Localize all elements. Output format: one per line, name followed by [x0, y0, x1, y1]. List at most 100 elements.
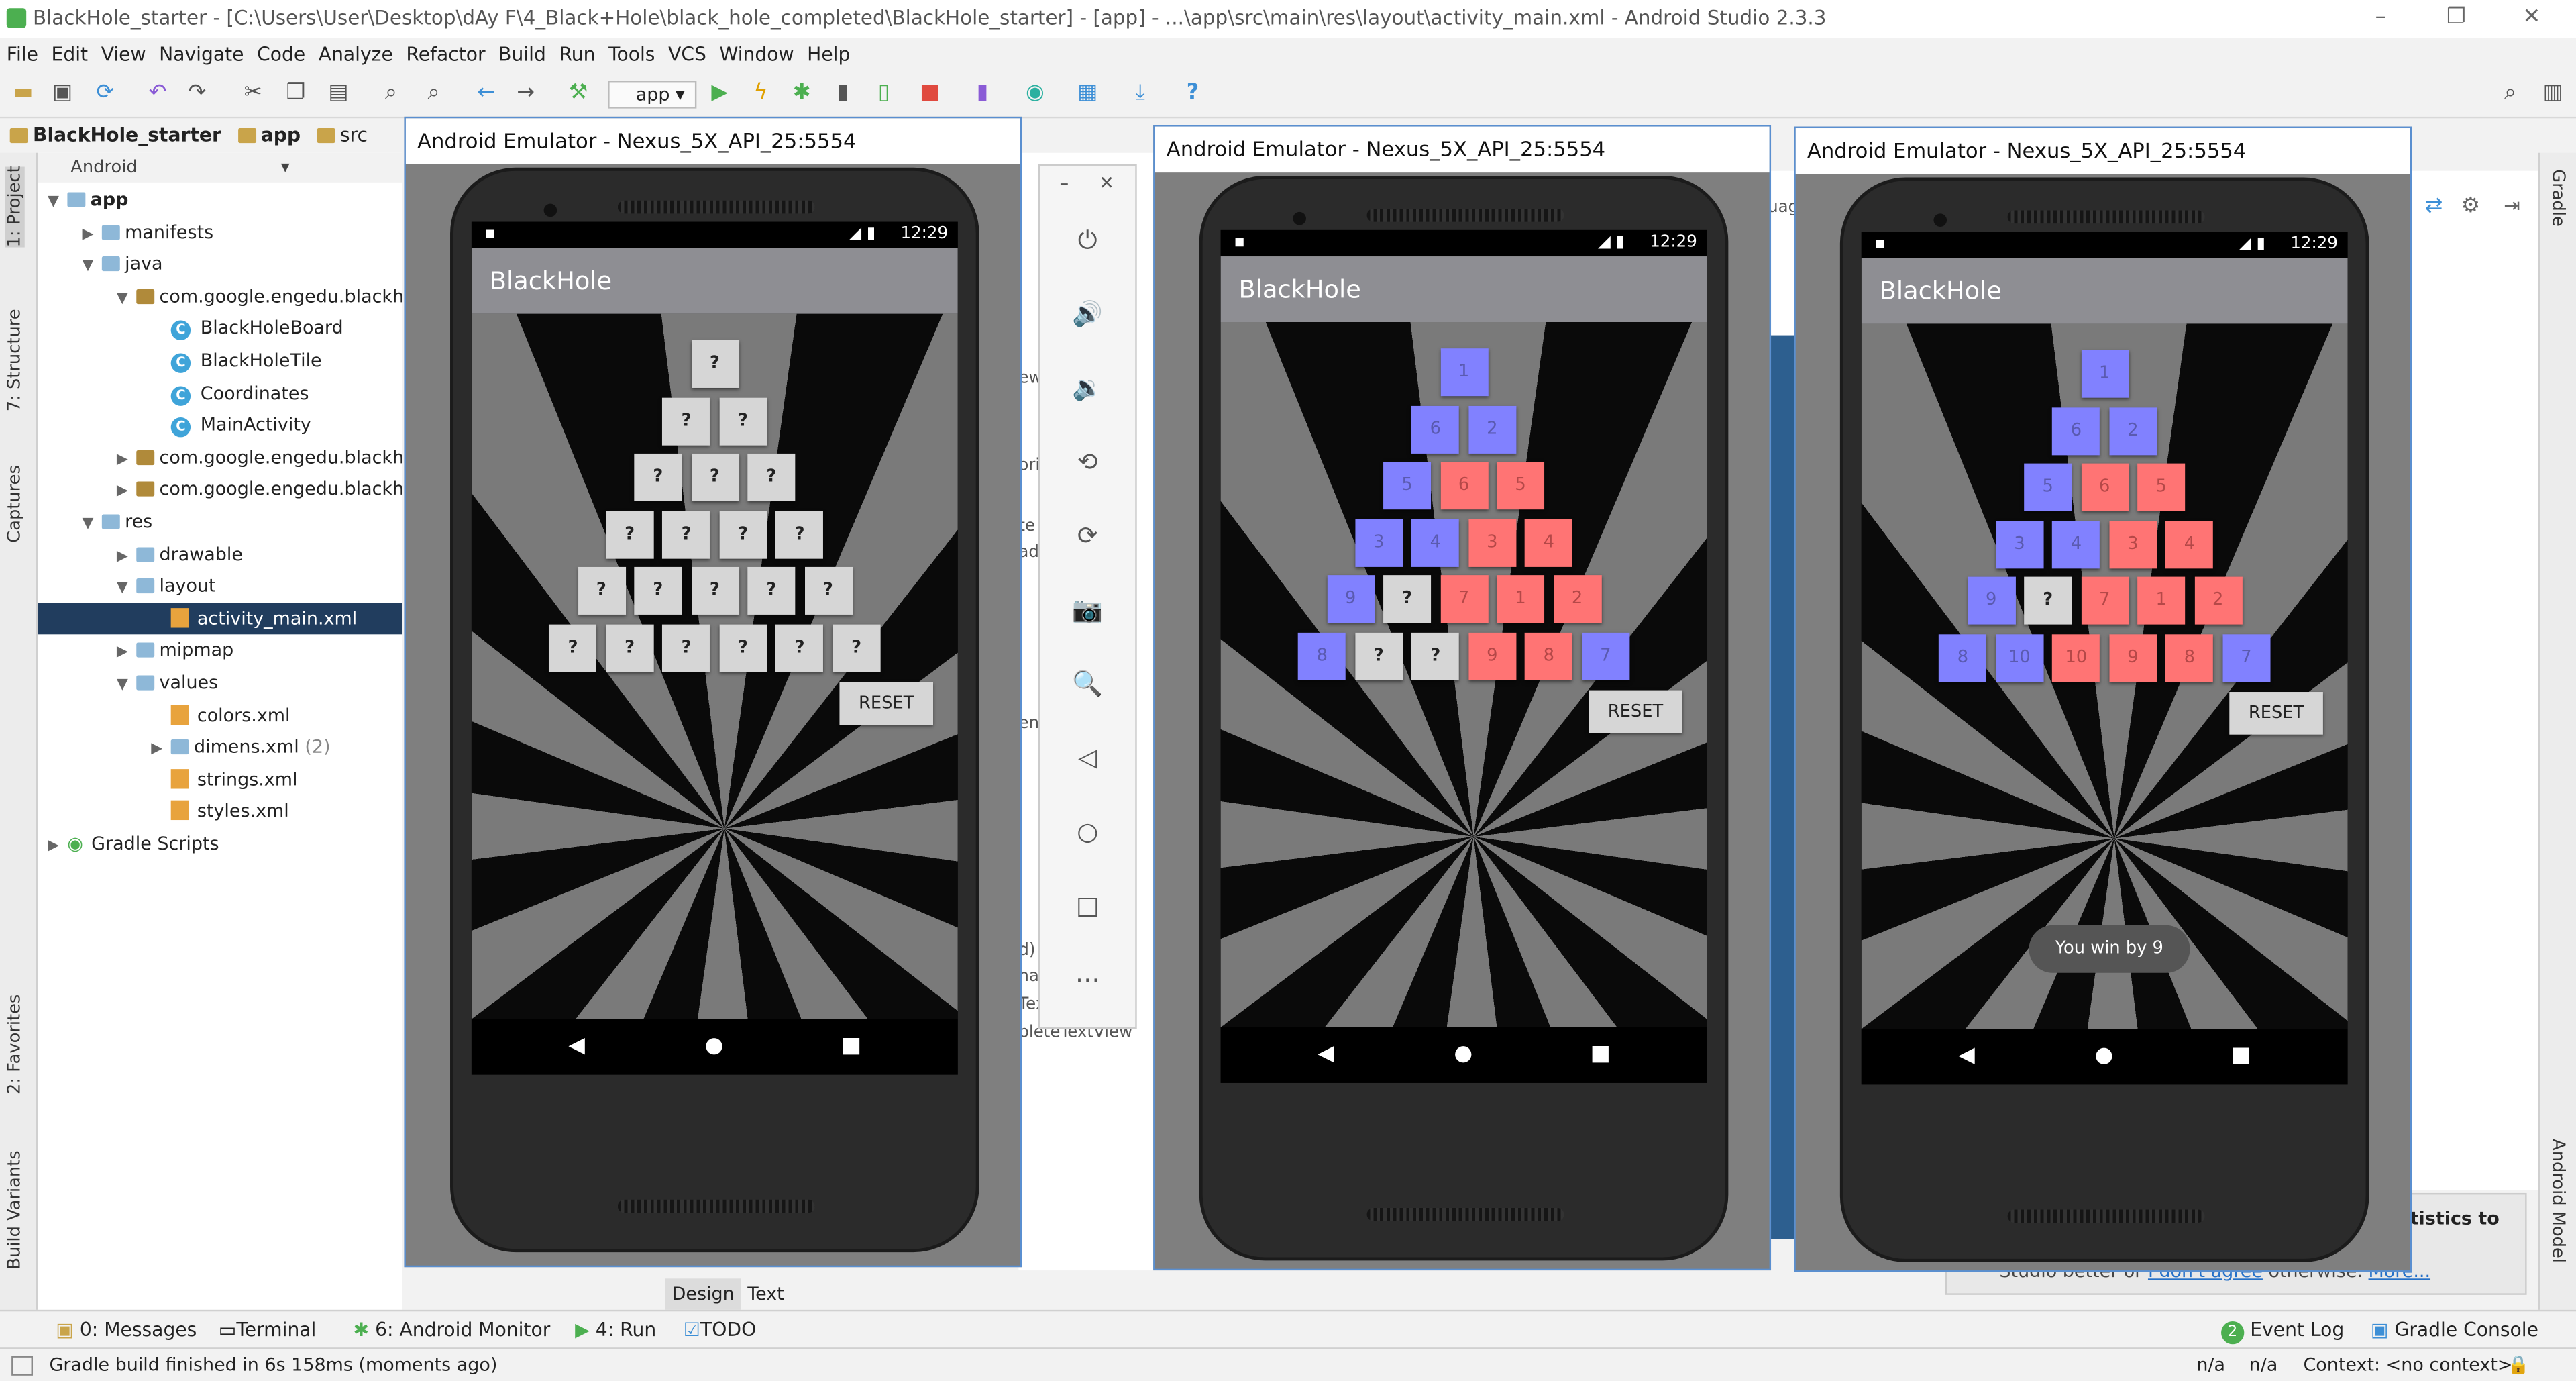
- board-tile[interactable]: ?: [833, 623, 881, 672]
- board-tile[interactable]: ?: [747, 453, 796, 501]
- device-overview-icon[interactable]: ■: [1591, 1042, 1611, 1068]
- more-icon[interactable]: ⋯: [1040, 965, 1135, 994]
- device-screen[interactable]: ▪ ◢ ▮ 12:29 BlackHole 1 6 2 5 6 5 3 4 3 4 9? 7 1 2 8 10 10 9 8…: [1861, 232, 2348, 1085]
- power-icon[interactable]: ⏻: [1040, 225, 1135, 255]
- board-tile[interactable]: ?: [2024, 576, 2072, 625]
- panel-icon[interactable]: ▥: [2540, 81, 2566, 107]
- board-tile[interactable]: 7: [1440, 575, 1488, 623]
- board-tile[interactable]: 8: [1298, 631, 1346, 680]
- breadcrumb-project[interactable]: BlackHole_starter: [9, 118, 221, 152]
- tree-node[interactable]: ▼ layout: [38, 570, 402, 602]
- emulator-close-button[interactable]: ✕: [1099, 172, 1114, 194]
- forward-nav-icon[interactable]: →: [513, 81, 539, 107]
- zoom-icon[interactable]: 🔍: [1040, 669, 1135, 699]
- rotate-right-icon[interactable]: ⟳: [1040, 521, 1135, 550]
- expand-arrow-icon[interactable]: ▼: [117, 670, 136, 702]
- board-tile[interactable]: 5: [1383, 462, 1432, 510]
- board-tile[interactable]: 5: [1497, 462, 1545, 510]
- board-tile[interactable]: ?: [719, 623, 767, 672]
- undo-icon[interactable]: ↶: [145, 81, 171, 107]
- board-tile[interactable]: ?: [606, 510, 654, 558]
- menu-refactor[interactable]: Refactor: [400, 38, 492, 70]
- find-icon[interactable]: ⌕: [378, 81, 404, 107]
- tree-node[interactable]: C MainActivity: [38, 409, 402, 441]
- hide-icon[interactable]: ⇥: [2504, 194, 2520, 217]
- board-tile[interactable]: 8: [1525, 631, 1573, 680]
- expand-arrow-icon[interactable]: ▶: [151, 735, 170, 766]
- board-tile[interactable]: ?: [662, 623, 710, 672]
- board-tile[interactable]: ?: [662, 397, 710, 445]
- device-overview-icon[interactable]: ■: [841, 1033, 861, 1060]
- tab-captures[interactable]: Captures: [5, 465, 24, 543]
- instant-run-icon[interactable]: ϟ: [747, 81, 773, 107]
- download-icon[interactable]: ⤓: [1127, 81, 1153, 107]
- menu-tools[interactable]: Tools: [602, 38, 661, 70]
- home-icon[interactable]: ○: [1040, 817, 1135, 846]
- board-tile[interactable]: ?: [804, 566, 852, 615]
- help-icon[interactable]: ?: [1179, 81, 1205, 107]
- board-tile[interactable]: 1: [1440, 348, 1488, 397]
- back-icon[interactable]: ◁: [1040, 743, 1135, 772]
- cut-icon[interactable]: ✂: [240, 81, 266, 107]
- profile-icon[interactable]: ▮: [830, 81, 856, 107]
- expand-arrow-icon[interactable]: ▶: [117, 445, 136, 476]
- device-back-icon[interactable]: ◀: [568, 1033, 584, 1060]
- back-nav-icon[interactable]: ←: [473, 81, 499, 107]
- tree-node[interactable]: ▼ com.google.engedu.blackhole: [38, 280, 431, 312]
- menu-window[interactable]: Window: [713, 38, 801, 70]
- toggle-tool-windows-icon[interactable]: [11, 1356, 33, 1376]
- redo-icon[interactable]: ↷: [184, 81, 210, 107]
- reset-button[interactable]: RESET: [2229, 692, 2323, 735]
- tab-text[interactable]: Text: [741, 1278, 790, 1310]
- board-tile[interactable]: 4: [1525, 518, 1573, 566]
- board-tile[interactable]: 6: [2080, 463, 2129, 511]
- tree-node[interactable]: ▶ dimens.xml (2): [38, 731, 402, 763]
- tab-todo[interactable]: ☑TODO: [684, 1311, 756, 1347]
- board-tile[interactable]: 1: [1497, 575, 1545, 623]
- breadcrumb-src[interactable]: src: [317, 118, 368, 152]
- board-tile[interactable]: 3: [1468, 518, 1516, 566]
- board-tile[interactable]: 1: [2080, 350, 2129, 398]
- overview-icon[interactable]: □: [1040, 890, 1135, 920]
- board-tile[interactable]: 7: [2222, 633, 2270, 682]
- expand-arrow-icon[interactable]: ▼: [82, 509, 101, 541]
- sync-icon[interactable]: ⟳: [92, 81, 118, 107]
- run-config-select[interactable]: app ▾: [608, 81, 697, 109]
- board-tile[interactable]: 6: [1411, 405, 1460, 453]
- board-tile[interactable]: ?: [690, 340, 739, 388]
- board-tile[interactable]: ?: [1411, 631, 1460, 680]
- project-structure-icon[interactable]: ▦: [1075, 81, 1101, 107]
- tree-node[interactable]: ▶ com.google.engedu.blackhole: [38, 442, 431, 476]
- tab-build-variants[interactable]: Build Variants: [5, 1150, 24, 1269]
- board-tile[interactable]: 4: [1411, 518, 1460, 566]
- board-tile[interactable]: 2: [2108, 407, 2157, 455]
- board-tile[interactable]: ?: [634, 453, 682, 501]
- board-tile[interactable]: 2: [1553, 575, 1601, 623]
- device-screen[interactable]: ▪ ◢ ▮ 12:29 BlackHole????????????????????? R…: [471, 221, 958, 1075]
- attach-debugger-icon[interactable]: ▯: [871, 81, 897, 107]
- tab-project[interactable]: 1: Project: [5, 166, 25, 248]
- board-tile[interactable]: 6: [1440, 462, 1488, 510]
- paste-icon[interactable]: ▤: [325, 81, 352, 107]
- debug-icon[interactable]: ✱: [789, 81, 815, 107]
- tab-favorites[interactable]: 2: Favorites: [5, 994, 24, 1094]
- menu-view[interactable]: View: [95, 38, 152, 70]
- board-tile[interactable]: 7: [1581, 631, 1629, 680]
- camera-icon[interactable]: 📷: [1040, 595, 1135, 625]
- board-tile[interactable]: 4: [2052, 520, 2100, 568]
- board-tile[interactable]: ?: [549, 623, 597, 672]
- breadcrumb-app[interactable]: app: [237, 118, 301, 152]
- board-tile[interactable]: 7: [2080, 576, 2129, 625]
- board-tile[interactable]: 6: [2052, 407, 2100, 455]
- gear-icon[interactable]: ⚙: [2461, 194, 2481, 219]
- tab-run[interactable]: ▶ 4: Run: [575, 1311, 656, 1347]
- volume-up-icon[interactable]: 🔊: [1040, 299, 1135, 329]
- board-tile[interactable]: 9: [1326, 575, 1375, 623]
- reset-button[interactable]: RESET: [839, 682, 934, 725]
- board-tile[interactable]: 9: [2108, 633, 2157, 682]
- tab-gradle-console[interactable]: ▣ Gradle Console: [2371, 1311, 2538, 1347]
- maximize-button[interactable]: ❐: [2418, 0, 2494, 38]
- tab-messages[interactable]: ▣ 0: Messages: [56, 1311, 197, 1347]
- minimize-button[interactable]: –: [2343, 0, 2418, 38]
- board-tile[interactable]: ?: [577, 566, 625, 615]
